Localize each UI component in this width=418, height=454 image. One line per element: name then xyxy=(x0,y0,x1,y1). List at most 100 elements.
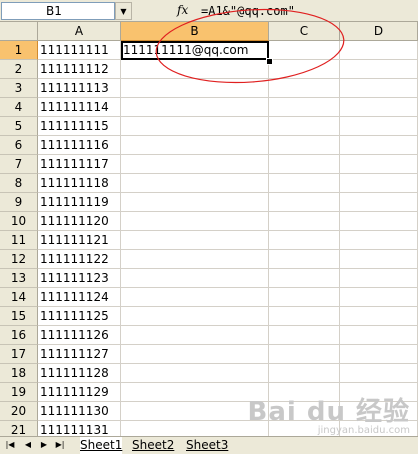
cell-a18[interactable]: 111111128 xyxy=(38,364,121,383)
cell-c2[interactable] xyxy=(269,60,340,79)
cell-c5[interactable] xyxy=(269,117,340,136)
cell-c14[interactable] xyxy=(269,288,340,307)
cell-d8[interactable] xyxy=(340,174,418,193)
cell-a20[interactable]: 111111130 xyxy=(38,402,121,421)
tab-sheet1[interactable]: Sheet1 xyxy=(80,437,123,454)
cell-b4[interactable] xyxy=(121,98,269,117)
cell-a6[interactable]: 111111116 xyxy=(38,136,121,155)
cell-d5[interactable] xyxy=(340,117,418,136)
row-header[interactable]: 7 xyxy=(0,155,38,174)
row-header[interactable]: 18 xyxy=(0,364,38,383)
row-header[interactable]: 17 xyxy=(0,345,38,364)
cell-b7[interactable] xyxy=(121,155,269,174)
cell-d14[interactable] xyxy=(340,288,418,307)
row-header[interactable]: 14 xyxy=(0,288,38,307)
cell-d9[interactable] xyxy=(340,193,418,212)
row-header[interactable]: 20 xyxy=(0,402,38,421)
cell-c9[interactable] xyxy=(269,193,340,212)
cell-d6[interactable] xyxy=(340,136,418,155)
name-box[interactable]: B1 xyxy=(1,2,115,20)
cell-c18[interactable] xyxy=(269,364,340,383)
row-header[interactable]: 10 xyxy=(0,212,38,231)
select-all-corner[interactable] xyxy=(0,22,38,41)
next-sheet-icon[interactable]: ▶ xyxy=(38,439,50,451)
fill-handle[interactable] xyxy=(266,58,273,65)
cell-b8[interactable] xyxy=(121,174,269,193)
cell-a12[interactable]: 111111122 xyxy=(38,250,121,269)
cell-c13[interactable] xyxy=(269,269,340,288)
cell-d10[interactable] xyxy=(340,212,418,231)
cell-b12[interactable] xyxy=(121,250,269,269)
column-header-c[interactable]: C xyxy=(269,22,340,41)
row-header[interactable]: 5 xyxy=(0,117,38,136)
row-header[interactable]: 6 xyxy=(0,136,38,155)
cell-a16[interactable]: 111111126 xyxy=(38,326,121,345)
cell-c4[interactable] xyxy=(269,98,340,117)
cell-a8[interactable]: 111111118 xyxy=(38,174,121,193)
cell-d18[interactable] xyxy=(340,364,418,383)
row-header[interactable]: 2 xyxy=(0,60,38,79)
row-header[interactable]: 15 xyxy=(0,307,38,326)
row-header[interactable]: 3 xyxy=(0,79,38,98)
column-header-b[interactable]: B xyxy=(121,22,269,41)
row-header[interactable]: 9 xyxy=(0,193,38,212)
cell-d17[interactable] xyxy=(340,345,418,364)
cell-b5[interactable] xyxy=(121,117,269,136)
cell-c10[interactable] xyxy=(269,212,340,231)
cell-b6[interactable] xyxy=(121,136,269,155)
cell-b3[interactable] xyxy=(121,79,269,98)
first-sheet-icon[interactable]: |◀ xyxy=(4,439,16,451)
cell-d4[interactable] xyxy=(340,98,418,117)
cell-a17[interactable]: 111111127 xyxy=(38,345,121,364)
cell-b13[interactable] xyxy=(121,269,269,288)
cell-b10[interactable] xyxy=(121,212,269,231)
cell-d2[interactable] xyxy=(340,60,418,79)
cell-a21[interactable]: 111111131 xyxy=(38,421,121,436)
cell-d1[interactable] xyxy=(340,41,418,60)
row-header[interactable]: 1 xyxy=(0,41,38,60)
cell-b15[interactable] xyxy=(121,307,269,326)
cell-a5[interactable]: 111111115 xyxy=(38,117,121,136)
cell-b11[interactable] xyxy=(121,231,269,250)
prev-sheet-icon[interactable]: ◀ xyxy=(22,439,34,451)
column-header-a[interactable]: A xyxy=(38,22,121,41)
cell-a4[interactable]: 111111114 xyxy=(38,98,121,117)
cell-d3[interactable] xyxy=(340,79,418,98)
tab-sheet3[interactable]: Sheet3 xyxy=(186,437,228,454)
cell-b18[interactable] xyxy=(121,364,269,383)
cell-d13[interactable] xyxy=(340,269,418,288)
cell-b2[interactable] xyxy=(121,60,269,79)
fx-icon[interactable]: fx xyxy=(177,1,193,19)
cell-c8[interactable] xyxy=(269,174,340,193)
cell-c16[interactable] xyxy=(269,326,340,345)
row-header[interactable]: 13 xyxy=(0,269,38,288)
cell-d12[interactable] xyxy=(340,250,418,269)
last-sheet-icon[interactable]: ▶| xyxy=(54,439,66,451)
cell-b9[interactable] xyxy=(121,193,269,212)
cell-d16[interactable] xyxy=(340,326,418,345)
cell-c1[interactable] xyxy=(269,41,340,60)
cell-d11[interactable] xyxy=(340,231,418,250)
cell-b14[interactable] xyxy=(121,288,269,307)
row-header[interactable]: 16 xyxy=(0,326,38,345)
row-header[interactable]: 4 xyxy=(0,98,38,117)
cell-d15[interactable] xyxy=(340,307,418,326)
cell-a13[interactable]: 111111123 xyxy=(38,269,121,288)
cell-a15[interactable]: 111111125 xyxy=(38,307,121,326)
cell-c11[interactable] xyxy=(269,231,340,250)
name-box-dropdown-icon[interactable]: ▼ xyxy=(115,2,132,20)
cell-b1[interactable]: 111111111@qq.com xyxy=(121,41,269,60)
row-header[interactable]: 8 xyxy=(0,174,38,193)
cell-c7[interactable] xyxy=(269,155,340,174)
cell-c15[interactable] xyxy=(269,307,340,326)
cell-a3[interactable]: 111111113 xyxy=(38,79,121,98)
tab-sheet2[interactable]: Sheet2 xyxy=(132,437,174,454)
cell-a19[interactable]: 111111129 xyxy=(38,383,121,402)
cell-a2[interactable]: 111111112 xyxy=(38,60,121,79)
row-header[interactable]: 11 xyxy=(0,231,38,250)
cell-a14[interactable]: 111111124 xyxy=(38,288,121,307)
cell-a11[interactable]: 111111121 xyxy=(38,231,121,250)
cell-a9[interactable]: 111111119 xyxy=(38,193,121,212)
row-header[interactable]: 19 xyxy=(0,383,38,402)
cell-c6[interactable] xyxy=(269,136,340,155)
